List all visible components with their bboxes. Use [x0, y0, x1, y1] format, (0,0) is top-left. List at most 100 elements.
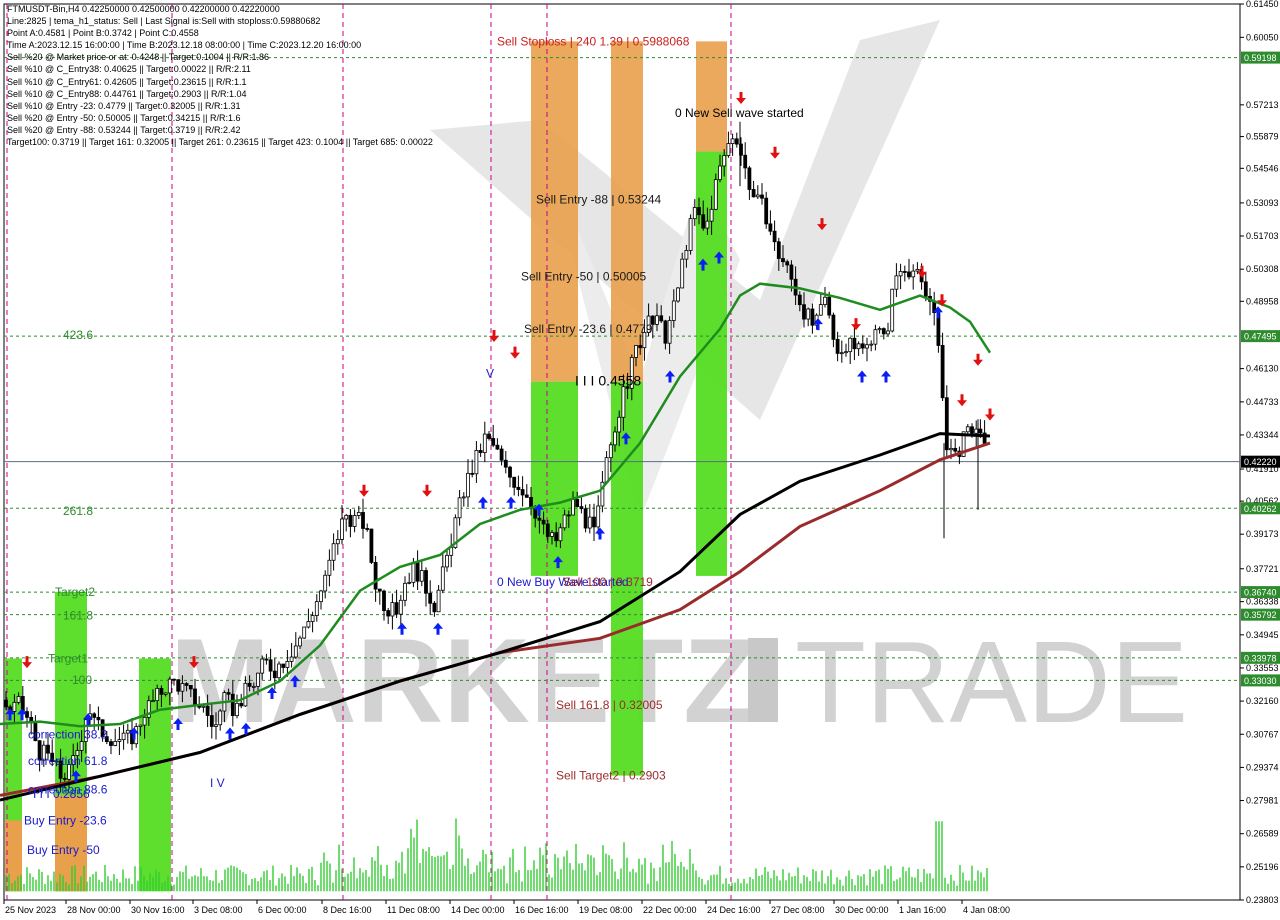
candle-body [680, 258, 685, 289]
candle-body [785, 261, 790, 266]
info-line: FTMUSDT-Bin,H4 0.42250000 0.42500000 0.4… [7, 4, 280, 14]
candle-body [856, 343, 861, 350]
time-tick-label: 22 Dec 00:00 [643, 905, 697, 915]
info-line: Sell %10 @ C_Entry38: 0.40625 || Target:… [7, 64, 251, 75]
candle-body [583, 508, 588, 529]
candle-body [365, 528, 370, 530]
candle-body [797, 294, 802, 306]
candle-body [180, 683, 185, 692]
candle-body [831, 314, 836, 340]
candle-body [768, 223, 773, 232]
candle-body [92, 713, 97, 718]
time-tick-label: 3 Dec 08:00 [194, 905, 243, 915]
candle-body [923, 281, 928, 297]
candle-body [579, 506, 584, 510]
price-tick-label: 0.44733 [1246, 397, 1279, 407]
time-tick-label: 11 Dec 08:00 [387, 905, 440, 915]
chart-annotation: Sell 100 | 0.3719 [563, 575, 653, 589]
candle-body [277, 663, 281, 679]
price-tick-label: 0.53093 [1246, 198, 1279, 208]
candle-body [592, 516, 596, 528]
candle-body [621, 386, 626, 418]
candle-body [747, 167, 752, 190]
candle-body [411, 561, 416, 583]
candle-body [432, 602, 437, 613]
candle-body [730, 138, 735, 145]
candle-body [436, 589, 441, 613]
price-axis: 0.61450 0.60050 0.57213 0.55879 0.54546 0.530… [1240, 0, 1280, 905]
candle-body [671, 300, 676, 321]
chart-annotation: 100 [72, 673, 92, 687]
price-level-tag-label: 0.42220 [1244, 457, 1277, 467]
candle-body [487, 433, 491, 439]
candle-body [428, 592, 433, 604]
candle-body [495, 444, 500, 450]
candle-body [474, 450, 479, 475]
candle-body [516, 486, 521, 490]
chart-annotation: correction 61.8 [28, 754, 108, 768]
candle-body [319, 590, 323, 603]
candle-body [881, 328, 886, 335]
candle-body [575, 499, 580, 508]
candle-body [835, 338, 840, 354]
candle-body [440, 566, 445, 591]
candle-body [898, 271, 903, 277]
price-tick-label: 0.30767 [1246, 729, 1279, 739]
candle-body [663, 320, 668, 344]
candle-body [457, 497, 462, 519]
time-tick-label: 14 Dec 00:00 [451, 905, 505, 915]
candle-body [865, 344, 869, 349]
chart-annotation: I I I 0.2856 [33, 787, 90, 801]
candle-body [537, 517, 542, 521]
candle-body [138, 724, 143, 727]
candle-body [558, 527, 563, 542]
price-tick-label: 0.29374 [1246, 762, 1279, 772]
candle-body [755, 194, 760, 198]
candle-body [655, 315, 659, 325]
candle-body [4, 699, 8, 708]
candle-body [877, 328, 882, 331]
info-line: Sell %20 @ Market price or at: 0.4248 ||… [7, 52, 269, 63]
candle-body [306, 621, 311, 628]
candle-body [403, 582, 407, 601]
time-tick-label: 28 Nov 00:00 [67, 905, 121, 915]
candle-body [386, 610, 391, 617]
candle-body [424, 570, 428, 594]
time-tick-label: 19 Dec 08:00 [579, 905, 633, 915]
chart-annotation: 261.8 [63, 504, 93, 518]
info-line: Point A:0.4581 | Point B:0.3742 | Point … [7, 28, 199, 39]
candle-body [608, 444, 613, 459]
candle-body [193, 688, 197, 706]
candle-body [512, 476, 517, 488]
info-line: Line:2825 | tema_h1_status: Sell | Last … [7, 16, 321, 27]
candle-body [344, 514, 349, 520]
price-tick-label: 0.54546 [1246, 163, 1279, 173]
chart-annotation: 161.8 [63, 609, 93, 623]
time-tick-label: 30 Nov 16:00 [131, 905, 185, 915]
candle-body [310, 615, 315, 622]
candle-body [260, 658, 265, 674]
candle-body [482, 433, 487, 453]
candle-body [587, 516, 592, 529]
candle-body [869, 343, 874, 346]
candle-body [709, 208, 714, 222]
chart-annotation: Sell Entry -88 | 0.53244 [536, 192, 662, 206]
candle-body [848, 337, 853, 353]
candle-body [281, 663, 286, 668]
candle-body [352, 515, 357, 527]
candle-body [541, 519, 546, 525]
candle-body [726, 143, 731, 156]
buy-entry-zone [5, 820, 22, 892]
time-axis: 25 Nov 2023 28 Nov 00:00 30 Nov 16:00 3 Dec… [3, 900, 1010, 915]
candle-body [802, 304, 806, 320]
candle-body [503, 459, 508, 468]
candle-body [676, 287, 680, 302]
candle-body [524, 494, 529, 498]
candle-body [688, 218, 693, 251]
candle-body [218, 710, 223, 726]
candle-body [890, 288, 895, 332]
time-tick-label: 27 Dec 08:00 [771, 905, 825, 915]
candle-body [701, 214, 706, 229]
candle-body [533, 508, 538, 519]
candle-body [978, 428, 983, 434]
